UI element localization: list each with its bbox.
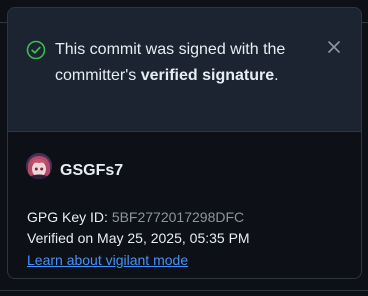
popover-header: This commit was signed with the committe… (8, 8, 361, 131)
background-divider (362, 22, 368, 23)
gpg-key-id: 5BF2772017298DFC (111, 209, 245, 225)
avatar[interactable] (26, 153, 52, 179)
verified-timestamp: Verified on May 25, 2025, 05:35 PM (27, 230, 250, 246)
signer-username[interactable]: GSGFs7 (60, 161, 123, 181)
message-suffix: . (274, 66, 279, 84)
close-icon[interactable] (327, 40, 341, 54)
message-emphasis: verified signature (140, 66, 275, 84)
learn-vigilant-mode-link[interactable]: Learn about vigilant mode (27, 249, 188, 271)
signature-popover: This commit was signed with the committe… (7, 7, 362, 279)
gpg-key-line: GPG Key ID: 5BF2772017298DFC (27, 206, 244, 228)
background-divider (0, 22, 7, 23)
close-button[interactable] (324, 37, 344, 57)
background-divider (0, 290, 368, 291)
check-circle-icon (26, 40, 46, 60)
gpg-key-label: GPG Key ID: (27, 209, 112, 225)
signature-message: This commit was signed with the committe… (55, 37, 305, 88)
